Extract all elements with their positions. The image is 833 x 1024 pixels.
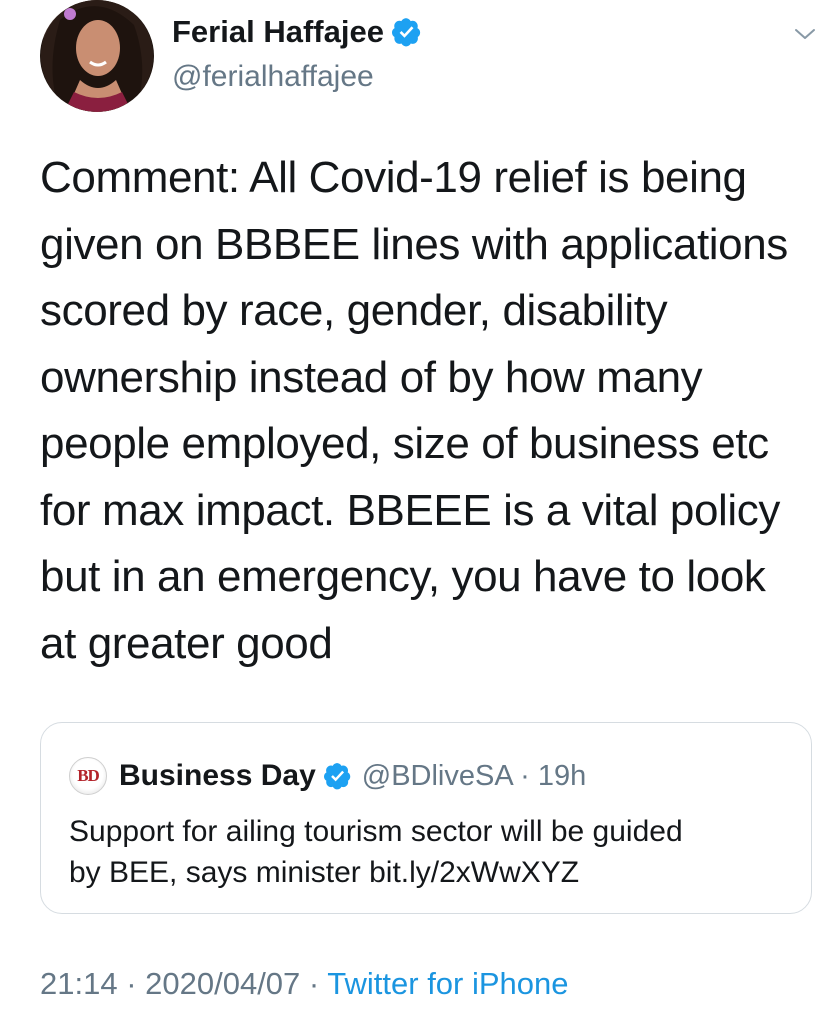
tweet-text-line: but in an emergency, you have to look xyxy=(40,552,766,601)
tweet-text-line: ownership instead of by how many xyxy=(40,352,703,402)
verified-badge-icon xyxy=(323,762,352,790)
business-day-logo-icon: BD xyxy=(69,757,107,795)
tweet-time[interactable]: 21:14 xyxy=(40,966,118,1001)
tweet-source-link[interactable]: Twitter for iPhone xyxy=(327,966,568,1001)
tweet-text-line: scored by race, gender, disability xyxy=(40,286,668,335)
tweet-text-line: Comment: All Covid-19 relief is being xyxy=(40,153,747,202)
author-handle[interactable]: @ferialhaffajee xyxy=(172,60,374,94)
tweet-text-line: given on BBBEE lines with applications xyxy=(40,219,788,269)
quoted-text-line: by BEE, says minister bit.ly/2xWwXYZ xyxy=(69,856,580,889)
quoted-author-handle-time[interactable]: @BDliveSA · 19h xyxy=(362,760,586,793)
tweet-date[interactable]: 2020/04/07 xyxy=(145,966,300,1001)
display-name-text[interactable]: Ferial Haffajee xyxy=(172,14,384,50)
tweet-text-line: for max impact. BBEEE is a vital policy xyxy=(40,485,780,535)
chevron-down-icon[interactable] xyxy=(793,22,817,46)
display-name[interactable]: Ferial Haffajee xyxy=(172,14,422,50)
quoted-text-line: Support for ailing tourism sector will b… xyxy=(69,815,683,848)
avatar[interactable] xyxy=(40,0,154,112)
meta-separator: · xyxy=(300,966,328,1001)
verified-badge-icon xyxy=(391,17,422,47)
tweet-meta: 21:14 · 2020/04/07 · Twitter for iPhone xyxy=(40,966,569,1002)
quoted-tweet-card[interactable]: BD Business Day @BDliveSA · 19h Support … xyxy=(40,722,812,914)
quoted-author-name[interactable]: Business Day xyxy=(119,759,316,793)
tweet-text-line: at greater good xyxy=(40,618,333,668)
tweet: Ferial Haffajee @ferialhaffajee Comment:… xyxy=(0,0,833,1024)
quoted-tweet-text: Support for ailing tourism sector will b… xyxy=(69,811,799,893)
tweet-text-line: people employed, size of business etc xyxy=(40,419,769,468)
tweet-text: Comment: All Covid-19 relief is being gi… xyxy=(40,145,820,677)
quoted-tweet-header: BD Business Day @BDliveSA · 19h xyxy=(69,757,586,795)
meta-separator: · xyxy=(117,966,146,1001)
business-day-logo-text: BD xyxy=(77,766,100,785)
